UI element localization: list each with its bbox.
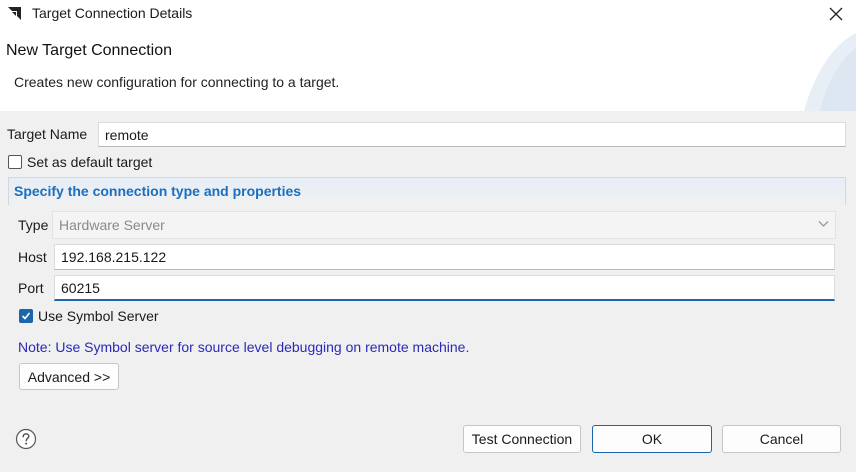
symbol-server-note: Note: Use Symbol server for source level… <box>18 339 470 355</box>
target-name-input[interactable] <box>98 122 846 147</box>
checkmark-icon <box>21 312 31 320</box>
ok-button[interactable]: OK <box>592 425 712 453</box>
close-icon <box>829 7 843 21</box>
title-bar: Target Connection Details <box>0 0 856 28</box>
port-input[interactable] <box>54 275 835 301</box>
cancel-button[interactable]: Cancel <box>722 425 841 453</box>
type-select[interactable]: Hardware Server <box>52 211 836 239</box>
default-target-checkbox[interactable] <box>8 155 22 169</box>
header-description: Creates new configuration for connecting… <box>14 74 340 90</box>
chevron-down-icon <box>818 221 829 227</box>
header-banner-graphic <box>804 33 856 111</box>
port-label: Port <box>18 280 44 296</box>
host-input[interactable] <box>54 244 835 270</box>
symbol-server-checkbox[interactable] <box>19 309 33 323</box>
dialog-header: New Target Connection Creates new config… <box>0 28 856 111</box>
default-target-label: Set as default target <box>27 154 153 170</box>
advanced-button[interactable]: Advanced >> <box>19 363 119 390</box>
host-label: Host <box>18 249 47 265</box>
test-connection-button[interactable]: Test Connection <box>463 425 581 453</box>
close-button[interactable] <box>816 0 856 28</box>
help-icon[interactable] <box>15 428 37 450</box>
amd-logo-icon <box>8 7 21 20</box>
symbol-server-label: Use Symbol Server <box>38 308 159 324</box>
type-label: Type <box>18 217 49 233</box>
target-name-label: Target Name <box>7 126 88 142</box>
connection-section-header: Specify the connection type and properti… <box>8 177 846 205</box>
type-select-value: Hardware Server <box>59 217 165 233</box>
connection-section-title: Specify the connection type and properti… <box>14 183 302 199</box>
header-title: New Target Connection <box>6 42 173 59</box>
window-title: Target Connection Details <box>32 5 193 21</box>
